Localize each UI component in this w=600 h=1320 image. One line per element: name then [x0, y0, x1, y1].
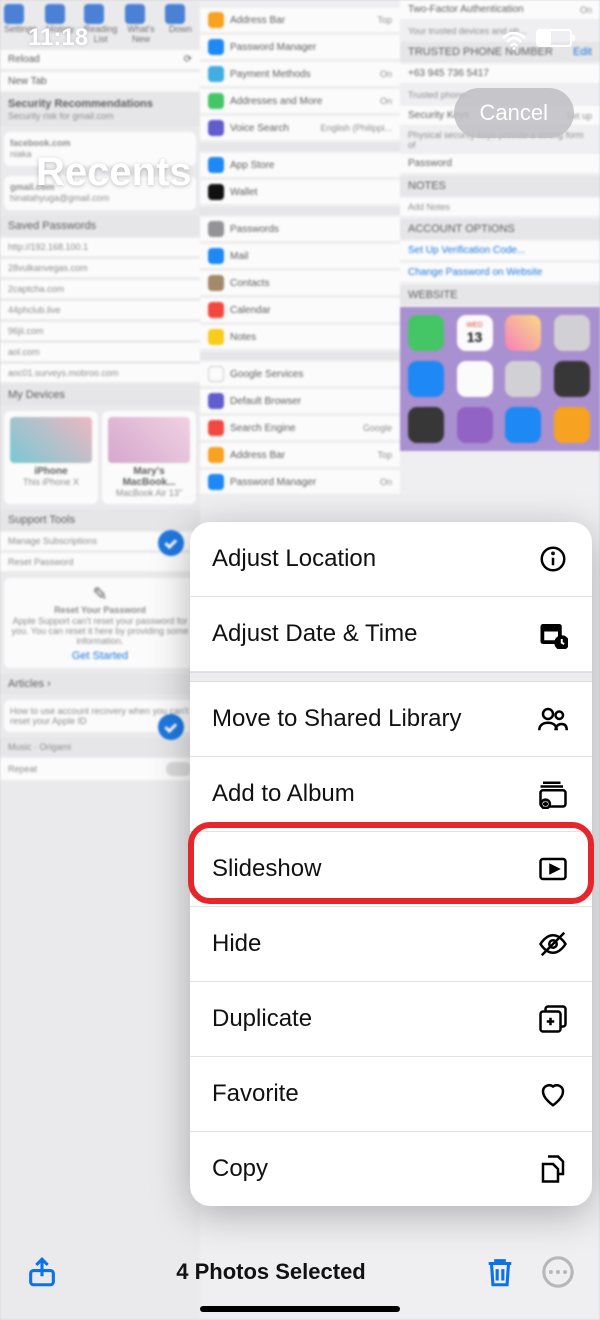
menu-item-label: Adjust Location: [212, 545, 376, 573]
album-add-icon: [536, 777, 570, 811]
menu-item-label: Move to Shared Library: [212, 705, 461, 733]
more-button[interactable]: [538, 1252, 578, 1292]
status-time: 11:18: [28, 24, 88, 52]
home-indicator: [200, 1306, 400, 1312]
selection-check-icon: [158, 530, 184, 556]
menu-item-label: Copy: [212, 1155, 268, 1183]
menu-item-adjust-date-time[interactable]: Adjust Date & Time: [190, 597, 592, 672]
menu-item-label: Add to Album: [212, 780, 355, 808]
menu-item-move-shared-library[interactable]: Move to Shared Library: [190, 682, 592, 757]
menu-item-duplicate[interactable]: Duplicate: [190, 982, 592, 1057]
plus-square-icon: [536, 1002, 570, 1036]
page-title: Recents: [36, 150, 192, 195]
menu-item-adjust-location[interactable]: Adjust Location: [190, 522, 592, 597]
people-icon: [536, 702, 570, 736]
info-icon: [536, 542, 570, 576]
status-bar: 11:18: [0, 24, 600, 52]
wifi-icon: [502, 29, 526, 47]
menu-item-favorite[interactable]: Favorite: [190, 1057, 592, 1132]
doc-doc-icon: [536, 1152, 570, 1186]
selection-count-label: 4 Photos Selected: [176, 1259, 366, 1285]
menu-item-label: Duplicate: [212, 1005, 312, 1033]
trash-button[interactable]: [480, 1252, 520, 1292]
eye-slash-icon: [536, 927, 570, 961]
menu-item-label: Adjust Date & Time: [212, 620, 417, 648]
cancel-button[interactable]: Cancel: [454, 88, 574, 138]
menu-item-label: Hide: [212, 930, 261, 958]
menu-item-label: Slideshow: [212, 855, 321, 883]
share-button[interactable]: [22, 1252, 62, 1292]
menu-item-hide[interactable]: Hide: [190, 907, 592, 982]
battery-icon: [536, 29, 572, 47]
menu-item-copy[interactable]: Copy: [190, 1132, 592, 1206]
menu-item-add-to-album[interactable]: Add to Album: [190, 757, 592, 832]
action-sheet: Adjust Location Adjust Date & Time Move …: [190, 522, 592, 1206]
menu-item-slideshow[interactable]: Slideshow: [190, 832, 592, 907]
calendar-clock-icon: [536, 617, 570, 651]
heart-icon: [536, 1077, 570, 1111]
menu-item-label: Favorite: [212, 1080, 299, 1108]
selection-check-icon: [158, 714, 184, 740]
play-rect-icon: [536, 852, 570, 886]
